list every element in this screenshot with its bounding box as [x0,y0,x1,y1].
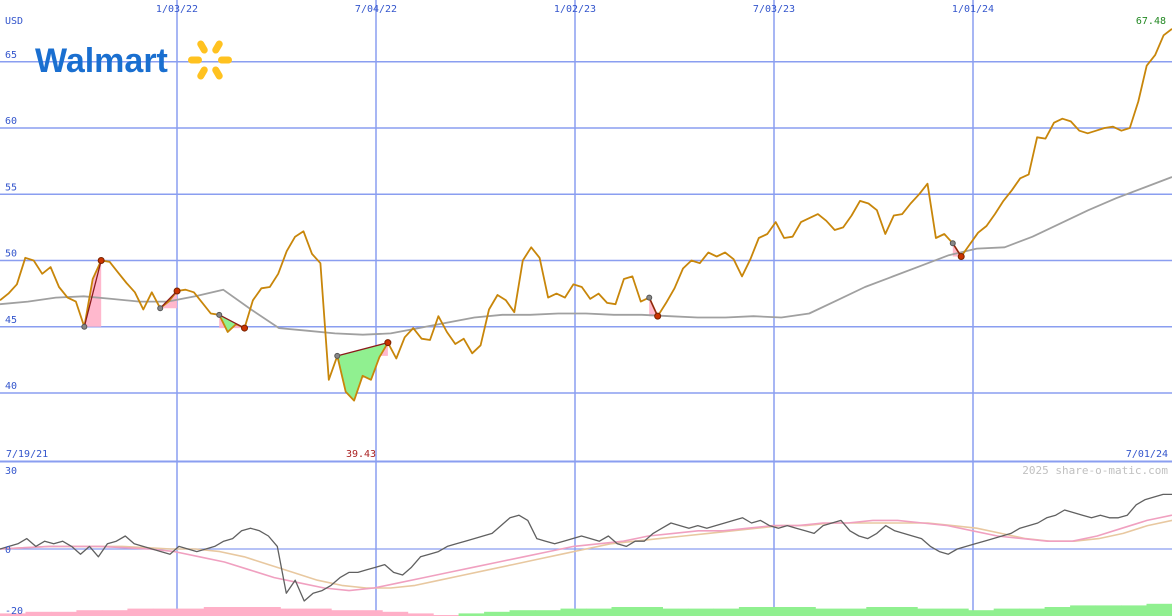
last-price-label: 67.48 [1136,16,1166,27]
volume-bar [942,608,969,616]
moving-average-line [0,176,1172,336]
volume-bar [331,610,358,616]
stock-chart: 40 45 50 55 60 65 30 0 -20 1/03/22 7/04/22 1/02/23 7… [0,0,1172,616]
volume-bar [356,610,383,616]
x-tick-label: 7/04/22 [355,4,397,15]
volume-bar [280,608,307,616]
spark-petal [197,66,208,80]
volume-bar [1095,605,1122,616]
spark-petal [218,56,232,64]
volume-bar [382,611,409,616]
volume-bar [738,607,765,616]
entry-marker [81,323,88,330]
volume-bar [968,610,995,616]
volume-bar [1146,603,1172,616]
volume-bar [917,608,944,616]
spark-petal [212,66,223,80]
volume-bar [229,607,256,616]
exit-marker [97,257,105,264]
entry-marker [334,352,341,359]
volume-bar [305,608,332,616]
brand-name: Walmart [35,42,168,80]
volume-bar [1044,607,1071,616]
volume-bar [713,608,740,616]
x-tick-label: 1/01/24 [952,4,994,15]
y-tick-label: 60 [5,116,17,127]
volume-bar [101,610,128,616]
x-tick-label: 1/03/22 [156,4,198,15]
volume-bar [509,610,536,616]
volume-bar [611,607,638,616]
volume-bar [840,608,867,616]
entry-marker [949,240,956,247]
currency-label: USD [5,16,23,27]
trade-markers [81,240,965,359]
volume-bar [76,610,103,616]
exit-marker [957,253,965,261]
volume-bar [866,607,893,616]
volume-bar [51,611,77,616]
volume-bar [687,608,714,616]
trade-fills [84,243,962,401]
volume-bar [1019,608,1046,616]
spark-petal [197,40,208,54]
entry-marker [216,311,223,318]
volume-bar [1070,605,1097,616]
volume-bar [25,611,52,616]
volume-bar [789,607,816,616]
y-tick-label: 65 [5,50,17,61]
price-line [0,28,1172,402]
y-tick-label: 50 [5,249,17,260]
y-tick-label: 40 [5,381,17,392]
exit-marker [241,324,249,332]
indicator-dark-line [0,493,1172,602]
y-tick-label: 45 [5,315,17,326]
volume-bar [152,608,179,616]
volume-bar [178,608,205,616]
end-date-label: 7/01/24 [1126,449,1168,460]
exit-marker [654,312,662,320]
volume-bar [535,610,561,616]
start-date-label: 7/19/21 [6,449,48,460]
indicator-tick-label: -20 [5,606,23,616]
x-tick-label: 1/02/23 [554,4,596,15]
volume-bar [1121,605,1147,616]
spark-icon [188,40,232,80]
exit-marker [384,339,392,347]
volume-bar [993,608,1020,616]
indicator-tick-label: 30 [5,466,17,477]
volume-bar [560,608,587,616]
low-price-label: 39.43 [346,449,376,460]
volume-bar [637,607,663,616]
series-lines [0,28,1172,616]
x-tick-label: 7/03/23 [753,4,795,15]
spark-petal [188,56,202,64]
brand-logo: Walmart [35,40,232,80]
volume-bar [586,608,612,616]
volume-bar [764,607,791,616]
exit-marker [173,287,181,295]
volume-bar [815,608,842,616]
volume-bar [254,607,281,616]
axis-ticks: 40 45 50 55 60 65 30 0 -20 1/03/22 7/04/22 1/02/23 7… [5,4,994,616]
volume-bar [891,607,918,616]
spark-petal [212,40,223,54]
entry-marker [157,305,164,312]
volume-bar [127,608,154,616]
y-tick-label: 55 [5,182,17,193]
volume-bar [484,611,511,616]
volume-bar [662,608,689,616]
indicator-tan-line [0,519,1172,589]
indicator-pink-line [0,514,1172,592]
entry-marker [646,294,653,301]
indicator-tick-label: 0 [5,545,11,556]
credit-label: 2025 share-o-matic.com [1022,464,1168,477]
volume-bar [203,607,230,616]
